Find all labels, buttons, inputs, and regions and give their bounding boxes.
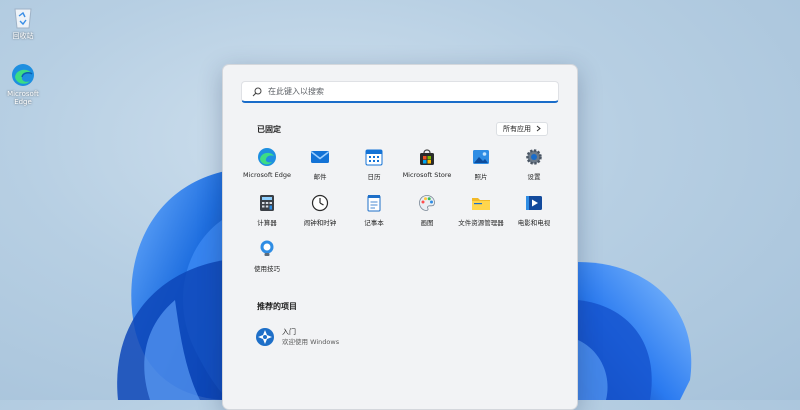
pinned-app-calculator[interactable]: 计算器 <box>239 193 295 235</box>
pinned-app-store[interactable]: Microsoft Store <box>399 147 455 189</box>
app-label: 文件资源管理器 <box>458 219 504 227</box>
desktop-icon-recycle-bin[interactable]: 回收站 <box>0 4 46 40</box>
app-label: Microsoft Store <box>402 171 452 179</box>
app-label: 记事本 <box>364 219 384 227</box>
edge-icon <box>257 147 277 167</box>
pinned-app-movies-tv[interactable]: 电影和电视 <box>506 193 562 235</box>
pinned-app-mail[interactable]: 邮件 <box>292 147 348 189</box>
search-input[interactable] <box>266 87 550 96</box>
recommended-item-title: 入门 <box>282 328 296 336</box>
calculator-icon <box>257 193 277 213</box>
recycle-bin-icon <box>8 4 38 30</box>
tips-icon <box>257 239 277 259</box>
paint-icon <box>417 193 437 213</box>
pinned-app-calendar[interactable]: 日历 <box>346 147 402 189</box>
mail-icon <box>310 147 330 167</box>
app-label: 电影和电视 <box>517 219 551 227</box>
alarm-clock-icon <box>310 193 330 213</box>
start-menu: 已固定 所有应用 Microsoft Edge 邮件 <box>222 64 578 410</box>
photos-icon <box>471 147 491 167</box>
pinned-app-notepad[interactable]: 记事本 <box>346 193 402 235</box>
pinned-app-edge[interactable]: Microsoft Edge <box>239 147 295 189</box>
app-label: 日历 <box>367 173 381 181</box>
pinned-app-tips[interactable]: 使用技巧 <box>239 239 295 281</box>
search-box[interactable] <box>241 81 559 103</box>
desktop-icon-label: 回收站 <box>12 32 34 40</box>
movies-tv-icon <box>524 193 544 213</box>
pinned-app-file-explorer[interactable]: 文件资源管理器 <box>453 193 509 235</box>
all-apps-label: 所有应用 <box>503 125 531 133</box>
settings-gear-icon <box>524 147 544 167</box>
app-label: 闹钟和时钟 <box>303 219 337 227</box>
all-apps-button[interactable]: 所有应用 <box>496 122 548 136</box>
app-label: 照片 <box>474 173 488 181</box>
notepad-icon <box>364 193 384 213</box>
store-icon <box>417 147 437 167</box>
app-label: Microsoft Edge <box>242 171 291 179</box>
recommended-section-title: 推荐的项目 <box>257 302 297 311</box>
pinned-section-title: 已固定 <box>257 125 281 134</box>
get-started-icon <box>255 327 275 347</box>
desktop-icon-label: Microsoft Edge <box>7 90 39 106</box>
pinned-app-alarms[interactable]: 闹钟和时钟 <box>292 193 348 235</box>
calendar-icon <box>364 147 384 167</box>
app-label: 计算器 <box>257 219 277 227</box>
edge-icon <box>8 62 38 88</box>
chevron-right-icon <box>536 125 541 134</box>
app-label: 画图 <box>420 219 434 227</box>
desktop-icon-edge[interactable]: Microsoft Edge <box>0 62 46 106</box>
recommended-item-subtitle: 欢迎使用 Windows <box>282 338 340 346</box>
recommended-item-get-started[interactable]: 入门 欢迎使用 Windows <box>255 323 395 351</box>
pinned-app-paint[interactable]: 画图 <box>399 193 455 235</box>
pinned-app-settings[interactable]: 设置 <box>506 147 562 189</box>
file-explorer-icon <box>471 193 491 213</box>
app-label: 邮件 <box>313 173 327 181</box>
search-icon <box>248 83 266 101</box>
pinned-app-photos[interactable]: 照片 <box>453 147 509 189</box>
app-label: 使用技巧 <box>254 265 280 273</box>
app-label: 设置 <box>527 173 541 181</box>
